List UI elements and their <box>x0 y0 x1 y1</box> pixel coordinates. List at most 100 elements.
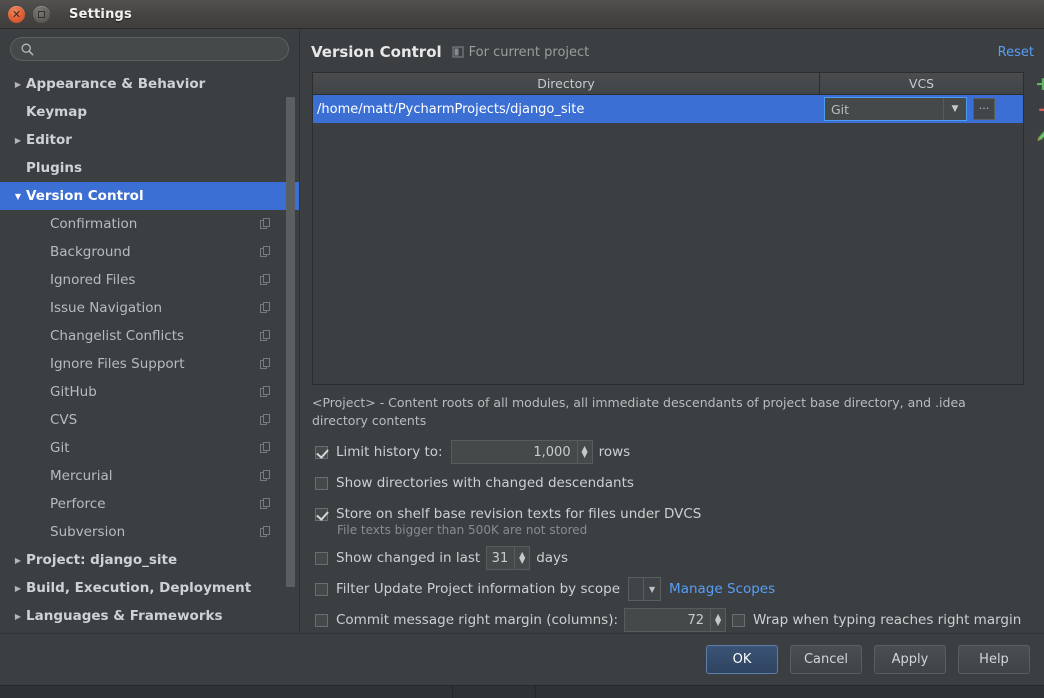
filter-by-scope-label: Filter Update Project information by sco… <box>336 581 621 597</box>
sidebar-item-build-execution-deployment[interactable]: ▶ Build, Execution, Deployment <box>0 574 299 602</box>
option-limit-history: Limit history to: 1,000 ▲ ▼ rows <box>315 440 1035 464</box>
settings-tree: ▶ Appearance & Behavior Keymap ▶ Editor Plugi… <box>0 70 299 630</box>
sidebar-item-github[interactable]: GitHub <box>0 378 299 406</box>
sidebar-item-mercurial[interactable]: Mercurial <box>0 462 299 490</box>
sidebar-item-git[interactable]: Git <box>0 434 299 462</box>
limit-history-label: Limit history to: <box>336 444 443 460</box>
sidebar-item-background[interactable]: Background <box>0 238 299 266</box>
show-changed-last-stepper-arrows[interactable]: ▲ ▼ <box>514 547 529 569</box>
chevron-right-icon[interactable] <box>10 98 26 126</box>
search-container <box>0 29 299 67</box>
filter-by-scope-checkbox[interactable] <box>315 582 328 596</box>
sidebar-item-project-django-site[interactable]: ▶ Project: django_site <box>0 546 299 574</box>
sidebar-item-editor[interactable]: ▶ Editor <box>0 126 299 154</box>
sidebar-item-label: Background <box>50 244 131 260</box>
show-changed-last-stepper[interactable]: 31 ▲ ▼ <box>486 546 531 570</box>
window-title: Settings <box>69 6 132 22</box>
show-dirs-changed-checkbox[interactable] <box>315 476 328 490</box>
chevron-right-icon[interactable]: ▶ <box>10 70 26 98</box>
maximize-icon[interactable] <box>33 5 50 23</box>
commit-margin-value[interactable]: 72 <box>625 609 710 631</box>
search-box[interactable] <box>10 37 289 61</box>
sidebar-item-perforce[interactable]: Perforce <box>0 490 299 518</box>
sidebar-item-label: Plugins <box>26 160 83 176</box>
option-store-on-shelf: Store on shelf base revision texts for f… <box>315 503 1035 525</box>
show-changed-last-value[interactable]: 31 <box>487 547 514 569</box>
sidebar-item-label: Ignore Files Support <box>50 356 185 372</box>
store-on-shelf-checkbox[interactable] <box>315 507 328 521</box>
sidebar-item-cvs[interactable]: CVS <box>0 406 299 434</box>
commit-margin-checkbox[interactable] <box>315 613 328 627</box>
chevron-down-icon[interactable]: ▼ <box>643 578 660 600</box>
apply-button[interactable]: Apply <box>874 645 946 674</box>
remove-directory-button[interactable]: – <box>1031 97 1044 122</box>
sidebar-item-languages-frameworks[interactable]: ▶ Languages & Frameworks <box>0 602 299 630</box>
commit-margin-label: Commit message right margin (columns): <box>336 612 619 628</box>
edit-directory-button[interactable] <box>1031 122 1044 147</box>
sidebar-item-label: GitHub <box>50 384 97 400</box>
vcs-dropdown[interactable]: Git ▼ <box>824 97 967 121</box>
option-show-changed-last: Show changed in last 31 ▲ ▼ days <box>315 546 1035 570</box>
sidebar-scrollbar-thumb[interactable] <box>286 97 295 587</box>
chevron-right-icon[interactable]: ▶ <box>10 126 26 154</box>
store-on-shelf-hint: File texts bigger than 500K are not stor… <box>337 523 588 537</box>
browse-button[interactable]: ··· <box>973 98 995 120</box>
copy-settings-icon <box>260 218 270 229</box>
sidebar-item-issue-navigation[interactable]: Issue Navigation <box>0 294 299 322</box>
search-icon <box>21 43 34 56</box>
sidebar-item-appearance-behavior[interactable]: ▶ Appearance & Behavior <box>0 70 299 98</box>
sidebar-item-label: Changelist Conflicts <box>50 328 185 344</box>
table-header: Directory VCS <box>313 73 1023 95</box>
sidebar-item-changelist-conflicts[interactable]: Changelist Conflicts <box>0 322 299 350</box>
sidebar-item-subversion[interactable]: Subversion <box>0 518 299 546</box>
sidebar-item-keymap[interactable]: Keymap <box>0 98 299 126</box>
search-input[interactable] <box>37 38 280 60</box>
manage-scopes-link[interactable]: Manage Scopes <box>669 581 775 597</box>
copy-settings-icon <box>260 498 270 509</box>
sidebar-item-confirmation[interactable]: Confirmation <box>0 210 299 238</box>
cancel-button[interactable]: Cancel <box>790 645 862 674</box>
chevron-right-icon[interactable]: ▶ <box>10 574 26 602</box>
page-header: Version Control For current project Rese… <box>311 40 1034 64</box>
chevron-right-icon[interactable] <box>10 154 26 182</box>
sidebar-item-version-control[interactable]: ▼ Version Control <box>0 182 299 210</box>
sidebar-item-ignore-files-support[interactable]: Ignore Files Support <box>0 350 299 378</box>
settings-sidebar: ▶ Appearance & Behavior Keymap ▶ Editor Plugi… <box>0 29 300 633</box>
reset-link[interactable]: Reset <box>998 45 1034 60</box>
sidebar-item-ignored-files[interactable]: Ignored Files <box>0 266 299 294</box>
ok-button[interactable]: OK <box>706 645 778 674</box>
project-scope-icon <box>452 46 464 58</box>
window-titlebar: ✕ Settings <box>0 0 1044 29</box>
show-changed-last-label: Show changed in last <box>336 550 481 566</box>
wrap-typing-label: Wrap when typing reaches right margin <box>753 612 1022 628</box>
minus-icon: – <box>1038 100 1044 119</box>
scope-dropdown[interactable]: ▼ <box>628 577 662 601</box>
wrap-typing-checkbox[interactable] <box>732 613 746 627</box>
limit-history-checkbox[interactable] <box>315 445 328 459</box>
copy-settings-icon <box>260 442 270 453</box>
close-icon[interactable]: ✕ <box>8 5 25 23</box>
column-header-directory[interactable]: Directory <box>313 73 820 94</box>
add-directory-button[interactable]: + <box>1031 72 1044 97</box>
version-control-panel: Version Control For current project Rese… <box>301 29 1044 633</box>
help-button[interactable]: Help <box>958 645 1030 674</box>
chevron-down-icon[interactable]: ▼ <box>10 182 26 210</box>
chevron-down-icon[interactable]: ▼ <box>943 98 966 120</box>
table-row[interactable]: /home/matt/PycharmProjects/django_site G… <box>313 95 1023 123</box>
commit-margin-stepper-arrows[interactable]: ▲ ▼ <box>710 609 725 631</box>
sidebar-item-label: Project: django_site <box>26 552 178 568</box>
column-header-vcs[interactable]: VCS <box>820 73 1023 94</box>
commit-margin-stepper[interactable]: 72 ▲ ▼ <box>624 608 727 632</box>
sidebar-item-plugins[interactable]: Plugins <box>0 154 299 182</box>
show-changed-last-checkbox[interactable] <box>315 551 328 565</box>
vcs-directory-table: Directory VCS /home/matt/PycharmProjects… <box>312 72 1024 385</box>
vcs-options: Limit history to: 1,000 ▲ ▼ rows Show dir… <box>315 440 1035 640</box>
chevron-right-icon[interactable]: ▶ <box>10 602 26 630</box>
limit-history-value[interactable]: 1,000 <box>452 441 577 463</box>
chevron-right-icon[interactable]: ▶ <box>10 546 26 574</box>
limit-history-stepper[interactable]: 1,000 ▲ ▼ <box>450 440 593 464</box>
copy-settings-icon <box>260 470 270 481</box>
copy-settings-icon <box>260 526 270 537</box>
dialog-button-bar: OK Cancel Apply Help <box>0 633 1044 685</box>
limit-history-stepper-arrows[interactable]: ▲ ▼ <box>576 441 592 463</box>
